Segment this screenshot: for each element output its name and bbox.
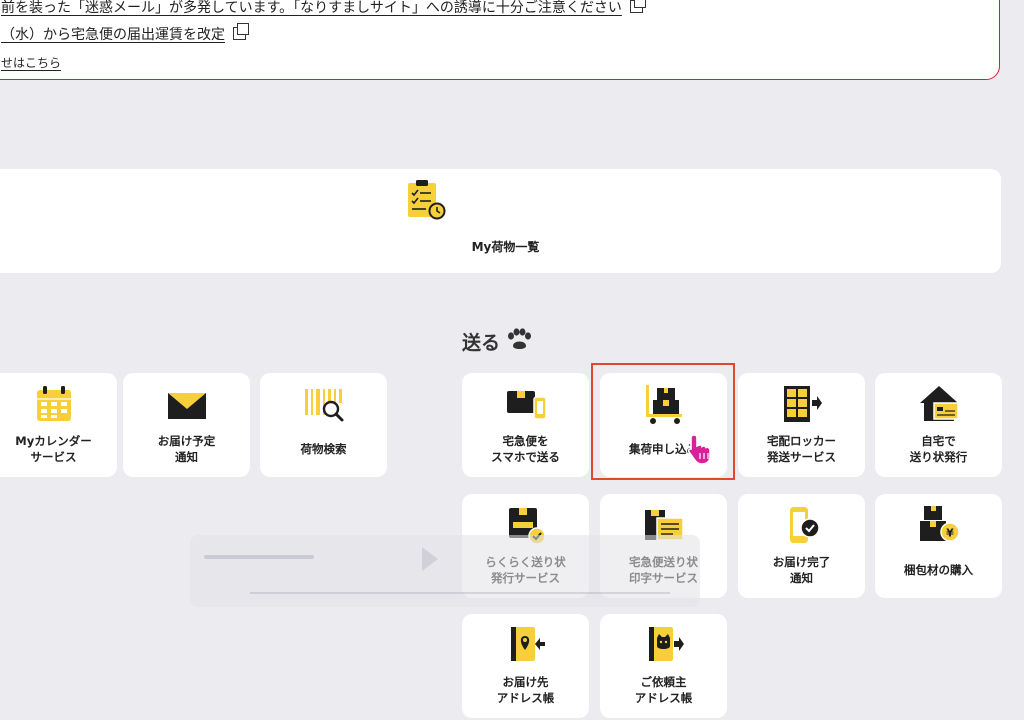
locker-icon [781, 383, 823, 425]
tile-label: お届け予定 通知 [157, 434, 216, 464]
tile-package-search[interactable]: 荷物検索 [260, 373, 387, 477]
svg-text:¥: ¥ [946, 527, 954, 540]
box-check-icon [505, 504, 547, 546]
external-link-icon [233, 23, 249, 40]
send-section-title: 送る [462, 328, 532, 355]
address-book-in-icon [505, 624, 547, 666]
house-label-icon [918, 383, 960, 425]
paw-icon [506, 328, 532, 355]
section-title-text: 送る [462, 332, 501, 354]
tile-packing-materials[interactable]: ¥ 梱包材の購入 [875, 494, 1002, 598]
label-print-icon [643, 504, 685, 546]
tile-easy-label[interactable]: らくらく送り状 発行サービス [462, 494, 589, 598]
address-book-out-icon [643, 624, 685, 666]
notice-link-more[interactable]: せはこちら [1, 54, 61, 71]
tile-smartphone-send[interactable]: 宅急便を スマホで送る [462, 373, 589, 477]
external-link-icon [629, 0, 646, 13]
tile-label: 梱包材の購入 [904, 563, 973, 577]
handcart-icon [643, 383, 685, 425]
box-phone-icon [505, 383, 547, 425]
tile-label: 宅急便送り状 印字サービス [629, 555, 698, 585]
clipboard-clock-icon [404, 179, 448, 227]
volume-bar [204, 555, 314, 559]
notice-link-phishing[interactable]: 前を装った「迷惑メール」が多発しています。「なりすましサイト」への誘導に十分ご注… [1, 0, 646, 17]
tile-label: 集荷申し込み [629, 442, 698, 456]
tile-label: お届け完了 通知 [772, 555, 831, 585]
tile-home-label[interactable]: 自宅で 送り状発行 [875, 373, 1002, 477]
my-packages-label: My荷物一覧 [471, 240, 540, 254]
barcode-search-icon [303, 383, 345, 425]
notice-text: せはこちら [1, 56, 62, 70]
tile-label: お届け先 アドレス帳 [496, 675, 555, 705]
tile-label: 荷物検索 [300, 442, 347, 456]
tile-label: 宅配ロッカー 発送サービス [767, 434, 836, 464]
tile-calendar[interactable]: Myカレンダー サービス [0, 373, 117, 477]
boxes-yen-icon: ¥ [918, 504, 960, 546]
tile-label: 宅急便を スマホで送る [491, 434, 560, 464]
tile-delivered-notice[interactable]: お届け完了 通知 [738, 494, 865, 598]
tile-label-print[interactable]: 宅急便送り状 印字サービス [600, 494, 727, 598]
tile-recipient-book[interactable]: お届け先 アドレス帳 [462, 614, 589, 718]
phone-check-icon [781, 504, 823, 546]
calendar-icon [33, 383, 75, 425]
notice-text: （水）から宅急便の届出運賃を改定 [1, 27, 225, 43]
tile-pickup-request[interactable]: 集荷申し込み [600, 373, 727, 477]
tile-delivery-notice[interactable]: お届け予定 通知 [123, 373, 250, 477]
tile-label: ご依頼主 アドレス帳 [634, 675, 693, 705]
envelope-icon [166, 383, 208, 425]
tile-locker-send[interactable]: 宅配ロッカー 発送サービス [738, 373, 865, 477]
tile-label: 自宅で 送り状発行 [909, 434, 968, 464]
notice-box: 前を装った「迷惑メール」が多発しています。「なりすましサイト」への誘導に十分ご注… [0, 0, 1000, 80]
play-icon [422, 547, 438, 571]
notice-link-rate-change[interactable]: （水）から宅急便の届出運賃を改定 [1, 23, 249, 44]
tile-sender-book[interactable]: ご依頼主 アドレス帳 [600, 614, 727, 718]
my-packages-card[interactable]: My荷物一覧 [0, 169, 1001, 273]
tile-label: Myカレンダー サービス [15, 434, 92, 464]
notice-text: 前を装った「迷惑メール」が多発しています。「なりすましサイト」への誘導に十分ご注… [1, 0, 622, 16]
tile-label: らくらく送り状 発行サービス [485, 555, 566, 585]
